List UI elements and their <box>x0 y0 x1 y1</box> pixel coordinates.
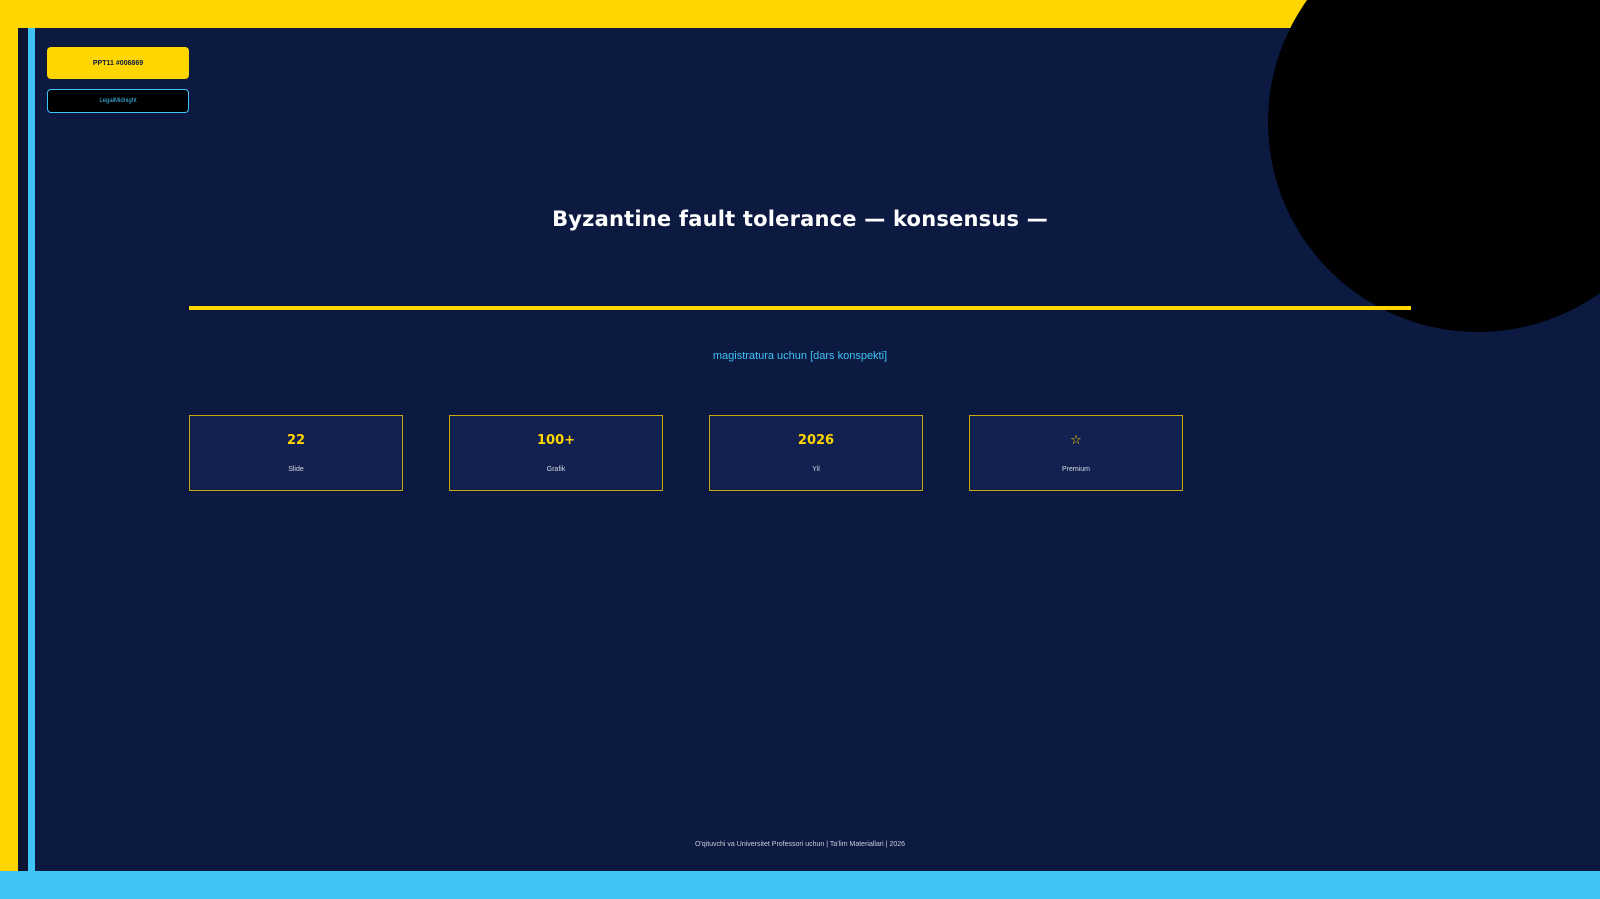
stat-value: 22 <box>286 433 306 448</box>
slide-canvas: PPT11 #006869 LegalMidnight Byzantine fa… <box>0 0 1600 899</box>
left-yellow-bar <box>0 0 18 899</box>
stat-label: Slide <box>288 466 304 473</box>
stat-label: Yil <box>812 466 820 473</box>
stat-card-year: 2026 Yil <box>709 415 923 491</box>
stats-row: 22 Slide 100+ Grafik 2026 Yil ☆ Premium <box>189 415 1183 491</box>
bottom-accent-stripe <box>0 871 1600 899</box>
decorative-circle <box>1268 0 1600 332</box>
stat-label: Grafik <box>546 466 566 473</box>
slide-subtitle: magistratura uchun [dars konspekti] <box>712 350 888 362</box>
left-blue-bar <box>28 28 35 871</box>
stat-card-premium: ☆ Premium <box>969 415 1183 491</box>
star-icon: ☆ <box>1070 433 1082 448</box>
stat-label: Premium <box>1061 466 1090 473</box>
title-divider <box>189 306 1411 310</box>
left-dark-bar <box>18 28 28 871</box>
stat-card-charts: 100+ Grafik <box>449 415 663 491</box>
stat-card-slides: 22 Slide <box>189 415 403 491</box>
stat-value: 2026 <box>797 433 835 448</box>
slide-id-badge: PPT11 #006869 <box>47 47 189 79</box>
slide-title: Byzantine fault tolerance — konsensus — <box>552 207 1048 231</box>
slide-footer: O'qituvchi va Universitet Professori uch… <box>694 841 906 848</box>
theme-tag: LegalMidnight <box>47 89 189 113</box>
stat-value: 100+ <box>536 433 576 448</box>
